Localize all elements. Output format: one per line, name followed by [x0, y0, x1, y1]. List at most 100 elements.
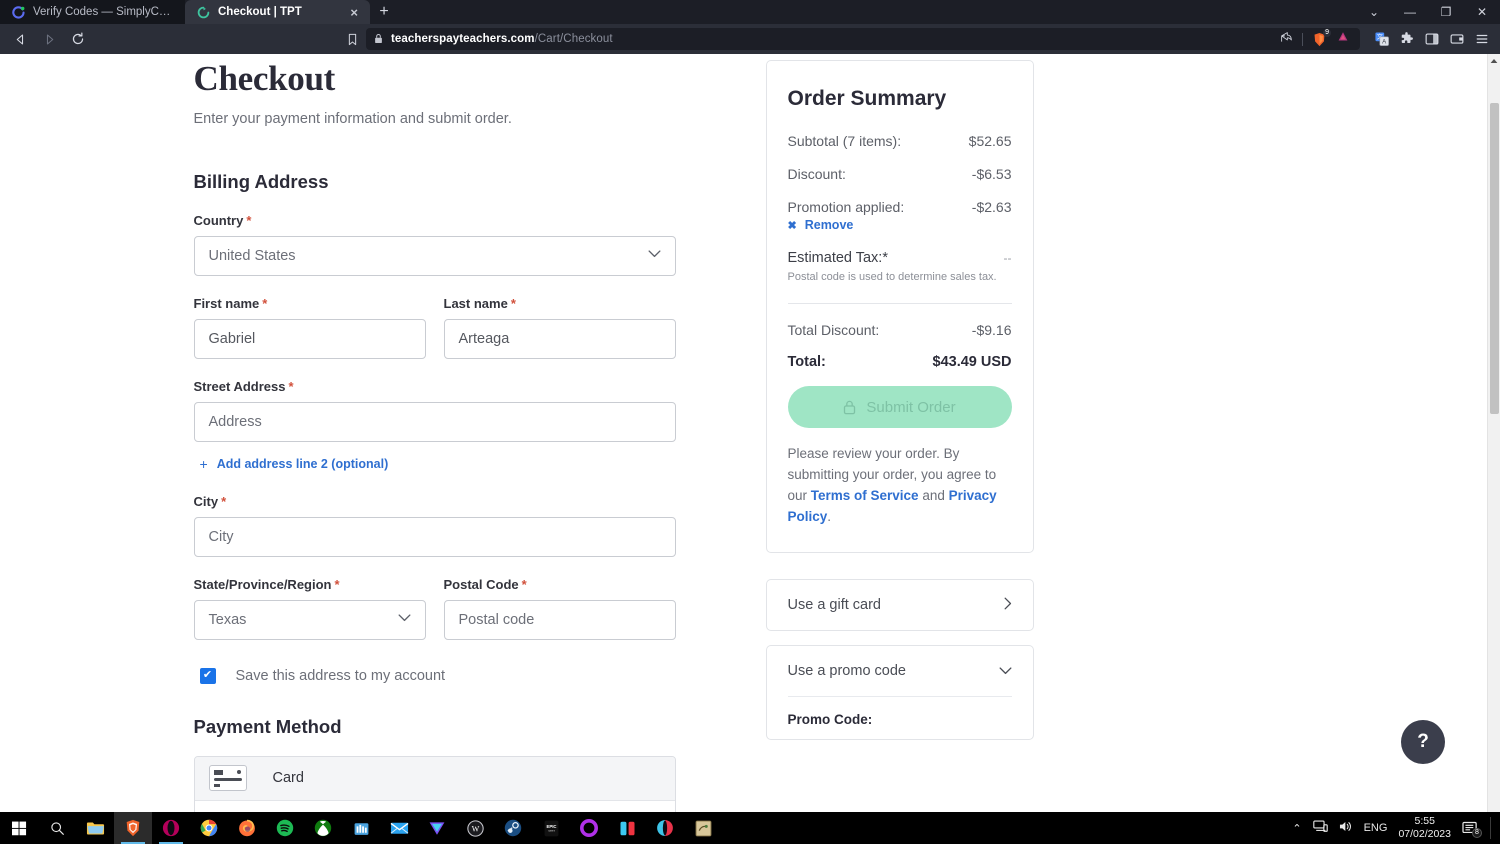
page-title: Checkout [193, 59, 336, 98]
vpn-icon[interactable] [418, 812, 456, 844]
country-select[interactable]: United States [193, 235, 676, 276]
state-select[interactable]: Texas [193, 599, 426, 640]
brave-rewards-icon[interactable] [1336, 30, 1350, 49]
opera-icon[interactable] [152, 812, 190, 844]
payment-method-paypal[interactable]: PayPal [194, 799, 675, 812]
address-bar[interactable]: teacherspayteachers.com/Cart/Checkout 9 [366, 28, 1360, 50]
first-name-label: First name * [194, 296, 426, 311]
promo-code-body: Promo Code: [787, 695, 1012, 739]
language-indicator[interactable]: ENG [1364, 822, 1388, 834]
postal-code-field: Postal Code * Postal code [443, 577, 676, 640]
simplycodes-favicon [12, 5, 25, 19]
total-discount-row: Total Discount: -$9.16 [788, 322, 1012, 338]
scrollbar-thumb[interactable] [1490, 103, 1499, 414]
city-label: City * [194, 494, 676, 509]
translate-icon[interactable]: 文A [1375, 32, 1389, 46]
sidebar-icon[interactable] [1425, 32, 1439, 46]
page-scrollbar[interactable] [1487, 54, 1500, 812]
store-icon[interactable] [342, 812, 380, 844]
game-icon[interactable] [684, 812, 722, 844]
circle-app-icon[interactable] [570, 812, 608, 844]
steam-icon[interactable] [494, 812, 532, 844]
add-address-line-2-label: Add address line 2 (optional) [216, 456, 389, 471]
page-viewport: Checkout Enter your payment information … [0, 54, 1500, 812]
network-icon[interactable] [1312, 820, 1328, 836]
close-window-button[interactable]: ✕ [1464, 0, 1500, 24]
order-summary-column: Order Summary Subtotal (7 items): $52.65… [765, 60, 1034, 812]
last-name-label: Last name * [444, 296, 676, 311]
terms-of-service-link[interactable]: Terms of Service [811, 488, 919, 503]
menu-icon[interactable] [1475, 32, 1489, 46]
epic-games-icon[interactable]: EPIC GAMES [532, 812, 570, 844]
total-value: $43.49 USD [932, 354, 1012, 370]
new-tab-button[interactable]: + [370, 0, 398, 24]
xbox-icon[interactable] [304, 812, 342, 844]
nintendo-icon[interactable] [608, 812, 646, 844]
postal-code-input[interactable]: Postal code [443, 599, 676, 640]
promotion-row: Promotion applied: -$2.63 [788, 199, 1012, 215]
forward-button[interactable] [36, 27, 62, 51]
chrome-icon[interactable] [190, 812, 228, 844]
tab-search-chevron-icon[interactable]: ⌄ [1356, 0, 1392, 24]
required-marker: * [288, 378, 294, 394]
last-name-field: Last name * Arteaga [443, 296, 676, 359]
wallet-icon[interactable] [1450, 32, 1464, 46]
address-bar-actions: 9 [1280, 28, 1352, 49]
volume-icon[interactable] [1339, 820, 1353, 836]
tray-expand-chevron-icon[interactable]: ⌃ [1292, 822, 1301, 835]
file-explorer-icon[interactable] [76, 812, 114, 844]
search-icon[interactable] [38, 812, 76, 844]
total-row: Total: $43.49 USD [788, 354, 1012, 370]
save-address-row[interactable]: ✔ Save this address to my account [194, 667, 676, 684]
shields-count-badge: 9 [1323, 28, 1331, 37]
spotify-icon[interactable] [266, 812, 304, 844]
wiki-icon[interactable]: W [456, 812, 494, 844]
tab-checkout-tpt[interactable]: Checkout | TPT × [185, 0, 370, 24]
city-input[interactable]: City [193, 516, 676, 557]
opera-gx-icon[interactable] [646, 812, 684, 844]
save-address-checkbox[interactable]: ✔ [199, 667, 216, 684]
help-button[interactable]: ? [1401, 720, 1445, 764]
street-address-input[interactable]: Address [193, 401, 676, 442]
maximize-button[interactable]: ❐ [1428, 0, 1464, 24]
billing-address-heading: Billing Address [193, 170, 329, 192]
promo-code-accordion[interactable]: Use a promo code Promo Code: [765, 644, 1034, 740]
show-desktop-divider[interactable] [1490, 817, 1491, 839]
mail-icon[interactable] [380, 812, 418, 844]
add-address-line-2-button[interactable]: + Add address line 2 (optional) [194, 456, 389, 472]
last-name-input[interactable]: Arteaga [443, 318, 676, 359]
first-name-input[interactable]: Gabriel [193, 318, 426, 359]
bookmark-icon[interactable] [344, 33, 360, 46]
promo-code-label: Use a promo code [787, 662, 906, 679]
gift-card-header[interactable]: Use a gift card [788, 580, 1012, 630]
remove-promotion-button[interactable]: ✖ Remove [788, 218, 1012, 232]
checkout-content: Checkout Enter your payment information … [193, 54, 1294, 812]
clock[interactable]: 5:55 07/02/2023 [1398, 815, 1451, 841]
payment-method-card[interactable]: Card [194, 756, 675, 800]
promo-code-header[interactable]: Use a promo code [788, 646, 1012, 696]
tab-close-icon[interactable]: × [350, 6, 358, 19]
start-icon[interactable] [0, 812, 38, 844]
street-address-field: Street Address * Address [193, 378, 676, 442]
back-button[interactable] [7, 27, 33, 51]
credit-card-icon [208, 765, 247, 791]
browser-window: Verify Codes — SimplyCodes Checkout | TP… [0, 0, 1500, 844]
reload-button[interactable] [65, 27, 91, 51]
firefox-icon[interactable] [228, 812, 266, 844]
share-icon[interactable] [1280, 31, 1293, 47]
svg-text:GAMES: GAMES [547, 829, 555, 832]
last-name-value: Arteaga [458, 330, 510, 347]
extensions-icon[interactable] [1400, 32, 1414, 46]
brave-shields-icon[interactable]: 9 [1312, 28, 1331, 47]
tab-verify-codes[interactable]: Verify Codes — SimplyCodes [0, 0, 185, 24]
minimize-button[interactable]: — [1392, 0, 1428, 24]
state-postal-row: State/Province/Region * Texas Postal Cod… [193, 577, 676, 640]
billing-form-column: Checkout Enter your payment information … [193, 59, 676, 812]
brave-icon[interactable] [114, 812, 152, 844]
scroll-up-arrow-icon[interactable] [1488, 54, 1500, 67]
gift-card-accordion[interactable]: Use a gift card [765, 578, 1034, 631]
label-text: Street Address [193, 378, 286, 394]
notifications-icon[interactable]: 8 [1462, 821, 1482, 838]
city-placeholder: City [208, 528, 234, 545]
submit-order-button[interactable]: Submit Order [787, 386, 1012, 428]
